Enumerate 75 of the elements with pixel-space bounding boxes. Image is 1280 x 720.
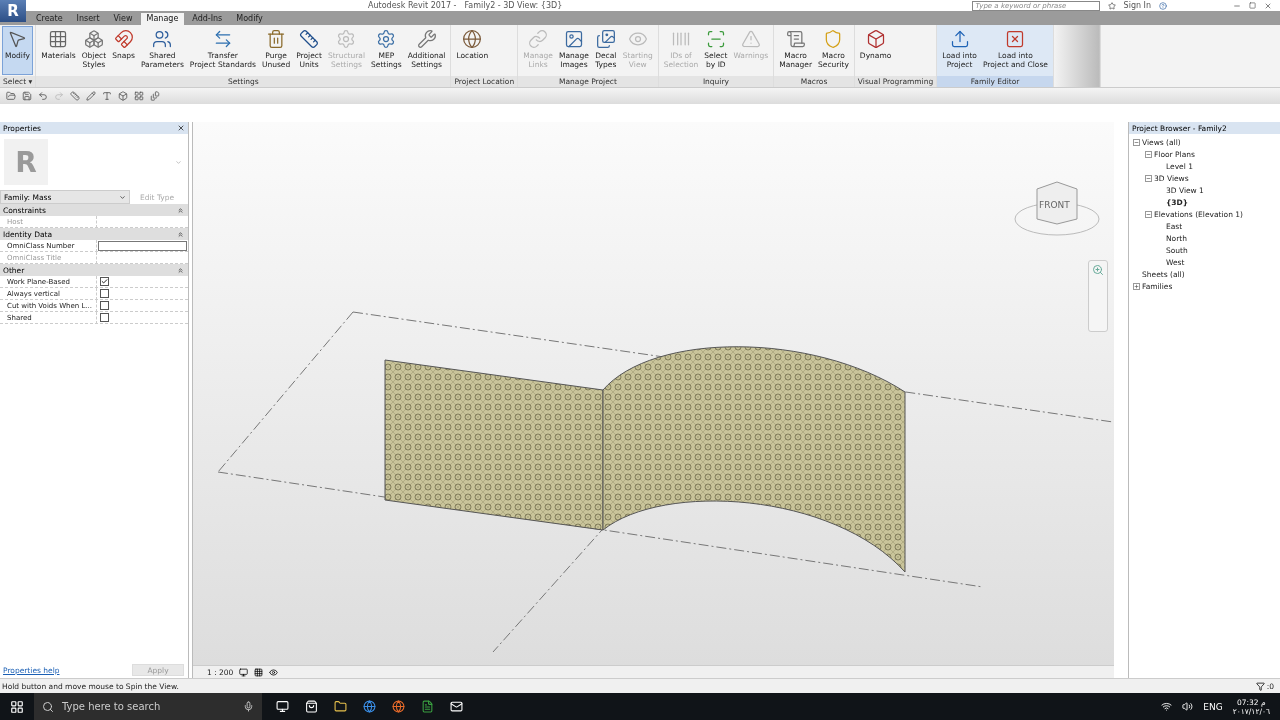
search-icon [42, 700, 54, 713]
checkbox[interactable] [100, 289, 109, 298]
mass-wall-drawing[interactable] [384, 346, 906, 573]
collapse-icon[interactable] [1145, 174, 1152, 182]
scroll-icon [785, 29, 806, 49]
users-icon [152, 29, 173, 49]
taskbar-search-field[interactable]: Type here to search [34, 693, 262, 720]
checkbox[interactable] [100, 301, 109, 310]
cube-icon[interactable] [118, 91, 128, 101]
star-icon[interactable] [1107, 1, 1116, 10]
scan-icon [705, 29, 726, 49]
ribbon-tab[interactable]: Add-Ins [186, 13, 229, 25]
maximize-icon[interactable] [1249, 2, 1256, 9]
document-icon[interactable] [421, 700, 434, 713]
collapse-icon[interactable] [177, 230, 184, 238]
help-icon[interactable] [1159, 1, 1167, 10]
ribbon-tab[interactable]: Modify [230, 13, 269, 25]
settings-icon [336, 29, 357, 49]
app-logo[interactable]: R [0, 0, 26, 22]
pointer-icon [7, 29, 28, 49]
network-icon[interactable] [1161, 701, 1173, 712]
sign-in-link[interactable]: Sign In [1123, 1, 1151, 10]
filter-icon[interactable] [1255, 681, 1265, 691]
collapse-icon[interactable] [1145, 210, 1152, 218]
browser-icon[interactable] [392, 700, 405, 713]
settings-icon [376, 29, 397, 49]
display-icon[interactable] [239, 667, 249, 677]
image-icon [563, 29, 584, 49]
open-icon[interactable] [6, 91, 16, 101]
grid-icon[interactable] [254, 667, 264, 677]
ribbon-tab[interactable]: Manage [140, 13, 185, 25]
warning-icon [740, 29, 761, 49]
close-icon[interactable] [1264, 1, 1272, 10]
globe-icon [462, 29, 483, 49]
expand-icon[interactable] [1133, 282, 1140, 290]
text-icon[interactable] [102, 91, 112, 101]
collapse-icon[interactable] [1145, 150, 1152, 158]
images-icon [595, 29, 616, 49]
type-preview-icon: R [4, 139, 48, 185]
upload-icon [949, 29, 970, 49]
undo-icon[interactable] [38, 91, 48, 101]
eye-icon[interactable] [269, 667, 279, 677]
trash-icon [266, 29, 287, 49]
task-view-icon[interactable] [276, 700, 289, 713]
browser-icon[interactable] [363, 700, 376, 713]
microphone-icon[interactable] [243, 701, 254, 712]
cube-icon [865, 29, 886, 49]
document-title: Family2 - 3D View: {3D} [464, 1, 563, 10]
link-icon [528, 29, 549, 49]
wrench-icon [416, 29, 437, 49]
ribbon-tab[interactable]: Insert [70, 13, 106, 25]
pencil-icon[interactable] [86, 91, 96, 101]
volume-icon[interactable] [1182, 701, 1194, 712]
ribbon-tab[interactable]: Create [30, 13, 69, 25]
store-icon[interactable] [305, 700, 318, 713]
input-field[interactable] [98, 241, 187, 251]
checkbox[interactable] [100, 313, 109, 322]
collapse-icon[interactable] [177, 266, 184, 274]
app-title: Autodesk Revit 2017 - [368, 1, 457, 10]
checkbox[interactable] [100, 277, 109, 286]
save-icon[interactable] [22, 91, 32, 101]
ruler-icon [299, 29, 320, 49]
ribbon-tab[interactable]: View [107, 13, 139, 25]
dropdown-icon[interactable] [119, 193, 126, 201]
collapse-icon[interactable] [1133, 138, 1140, 146]
view-cube-drawing[interactable]: FRONT [1012, 174, 1102, 244]
close-icon [1005, 29, 1026, 49]
folder-icon[interactable] [334, 700, 347, 713]
magnet-icon [113, 29, 134, 49]
close-icon[interactable] [177, 124, 185, 132]
boxes-icon [83, 29, 104, 49]
measure-icon[interactable] [70, 91, 80, 101]
collapse-icon[interactable] [177, 206, 184, 214]
mail-icon[interactable] [450, 700, 463, 713]
language-indicator[interactable]: ENG [1203, 701, 1223, 712]
